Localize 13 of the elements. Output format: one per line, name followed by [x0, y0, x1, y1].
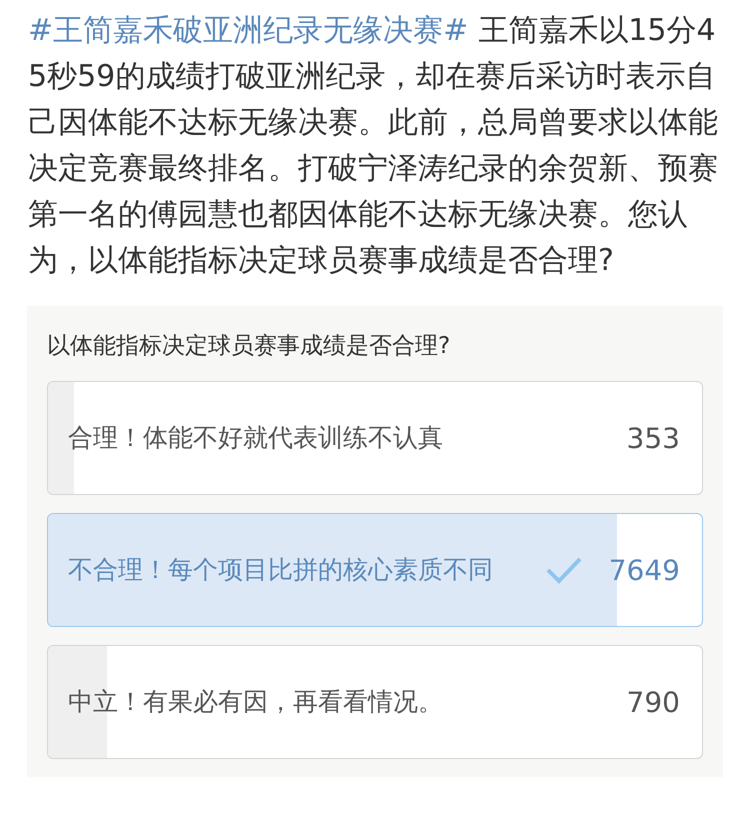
- vote-count: 353: [626, 422, 680, 454]
- option-label: 合理！体能不好就代表训练不认真: [68, 422, 444, 454]
- poll-option[interactable]: 不合理！每个项目比拼的核心素质不同 7649: [47, 513, 703, 627]
- poll-option[interactable]: 中立！有果必有因，再看看情况。 790: [47, 645, 703, 759]
- vote-count: 7649: [608, 554, 680, 586]
- hashtag-link[interactable]: #王简嘉禾破亚洲纪录无缘决赛#: [28, 13, 468, 48]
- poll-question: 以体能指标决定球员赛事成绩是否合理?: [47, 332, 452, 361]
- check-icon: [544, 555, 583, 585]
- option-label: 不合理！每个项目比拼的核心素质不同: [68, 554, 494, 586]
- vote-count: 790: [626, 686, 680, 718]
- post-text: #王简嘉禾破亚洲纪录无缘决赛# 王简嘉禾以15分45秒59的成绩打破亚洲纪录，却在赛后采访时表示自己因体能不达标无缘决赛。此前，总局曾要求以体能决定竞赛最终排名。打破宁泽涛纪录的余贺新、预赛第一名的傅园慧也都因体能不达标无缘决赛。您认为，以体能指标决定球员赛事成绩是否合理?: [28, 12, 719, 280]
- poll-option[interactable]: 合理！体能不好就代表训练不认真 353: [47, 381, 703, 495]
- option-label: 中立！有果必有因，再看看情况。: [68, 686, 444, 718]
